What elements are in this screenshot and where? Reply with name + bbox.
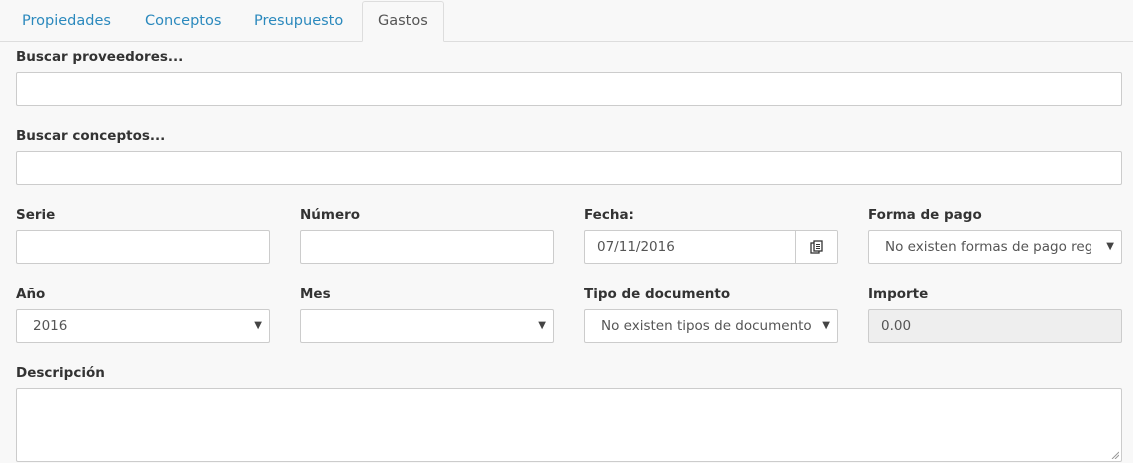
anio-value: 2016 xyxy=(33,318,68,334)
tipo-documento-value: No existen tipos de documento xyxy=(601,318,812,334)
numero-input[interactable] xyxy=(300,230,554,264)
importe-input: 0.00 xyxy=(868,309,1122,343)
anio-label: Año xyxy=(16,286,46,302)
proveedores-label: Buscar proveedores... xyxy=(16,49,184,65)
mes-select[interactable]: ▼ xyxy=(300,309,554,343)
fecha-value: 07/11/2016 xyxy=(597,239,675,255)
anio-select[interactable]: 2016 ▼ xyxy=(16,309,270,343)
tab-propiedades[interactable]: Propiedades xyxy=(22,2,111,42)
fecha-label: Fecha: xyxy=(584,207,634,223)
caret-down-icon: ▼ xyxy=(1106,241,1114,252)
tab-bar: Propiedades Conceptos Presupuesto Gastos xyxy=(0,0,1133,42)
forma-pago-label: Forma de pago xyxy=(868,207,982,223)
conceptos-label: Buscar conceptos... xyxy=(16,128,166,144)
importe-value: 0.00 xyxy=(881,318,912,334)
tab-conceptos[interactable]: Conceptos xyxy=(145,2,221,42)
serie-input[interactable] xyxy=(16,230,270,264)
forma-pago-value: No existen formas de pago registradas xyxy=(885,239,1091,255)
tipo-documento-label: Tipo de documento xyxy=(584,286,731,302)
tab-gastos[interactable]: Gastos xyxy=(362,1,444,42)
conceptos-search-input[interactable] xyxy=(16,151,1122,185)
tipo-documento-select[interactable]: No existen tipos de documento ▼ xyxy=(584,309,838,343)
proveedores-search-input[interactable] xyxy=(16,72,1122,106)
importe-label: Importe xyxy=(868,286,929,302)
mes-label: Mes xyxy=(300,286,331,302)
serie-label: Serie xyxy=(16,207,56,223)
caret-down-icon: ▼ xyxy=(254,320,262,331)
resize-handle-icon[interactable] xyxy=(1111,451,1119,459)
calendar-button[interactable] xyxy=(795,231,837,263)
descripcion-label: Descripción xyxy=(16,365,105,381)
numero-label: Número xyxy=(300,207,361,223)
copy-calendar-icon xyxy=(809,240,823,254)
descripcion-textarea[interactable] xyxy=(16,388,1122,462)
forma-pago-select[interactable]: No existen formas de pago registradas ▼ xyxy=(868,230,1122,264)
tab-presupuesto[interactable]: Presupuesto xyxy=(254,2,343,42)
fecha-input[interactable]: 07/11/2016 xyxy=(584,230,838,264)
caret-down-icon: ▼ xyxy=(822,320,830,331)
caret-down-icon: ▼ xyxy=(538,320,546,331)
